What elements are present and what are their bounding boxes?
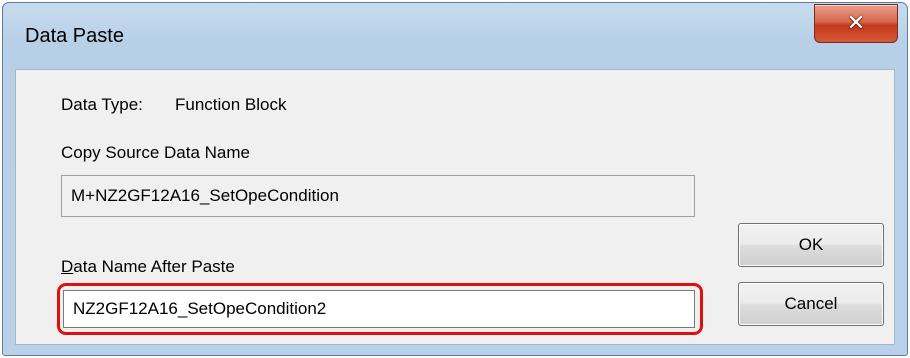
data-paste-dialog: Data Paste ✕ Data Type: Function Block C… — [2, 2, 908, 356]
cancel-button[interactable]: Cancel — [738, 282, 884, 326]
after-paste-label-text: ata Name After Paste — [73, 257, 235, 276]
dialog-title: Data Paste — [25, 25, 124, 47]
data-type-label: Data Type: — [61, 95, 143, 114]
after-paste-name-input[interactable]: NZ2GF12A16_SetOpeCondition2 — [63, 290, 695, 328]
ok-button[interactable]: OK — [738, 223, 884, 267]
close-icon: ✕ — [846, 11, 866, 36]
after-paste-label: Data Name After Paste — [61, 257, 235, 277]
data-type-value: Function Block — [175, 95, 287, 114]
copy-source-label: Copy Source Data Name — [61, 143, 250, 162]
title-bar[interactable]: Data Paste ✕ — [3, 3, 907, 69]
close-button[interactable]: ✕ — [814, 4, 898, 43]
after-paste-label-mnemonic: D — [61, 257, 74, 276]
copy-source-field: M+NZ2GF12A16_SetOpeCondition — [61, 175, 695, 217]
dialog-body: Data Type: Function Block Copy Source Da… — [15, 69, 895, 345]
